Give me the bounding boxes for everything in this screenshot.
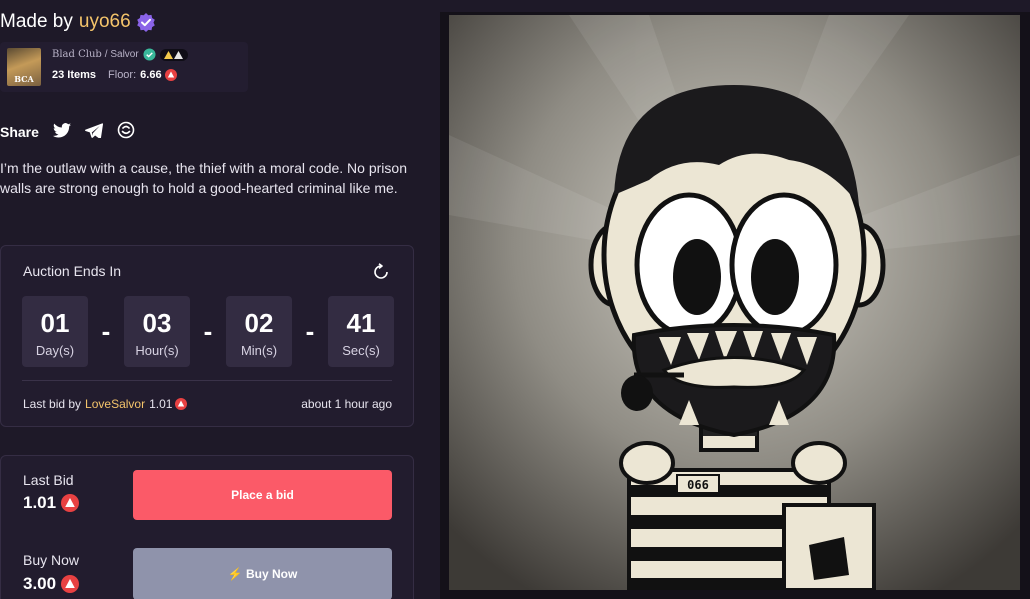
- countdown-hours-unit: Hour(s): [135, 343, 179, 358]
- verified-icon: [136, 13, 155, 32]
- countdown-hours-value: 03: [142, 308, 172, 338]
- nft-description: I’m the outlaw with a cause, the thief w…: [0, 160, 407, 196]
- refresh-icon[interactable]: [371, 262, 391, 287]
- countdown-days-value: 01: [40, 308, 70, 338]
- countdown-separator: -: [101, 316, 111, 346]
- prisoner-number: 066: [687, 478, 709, 492]
- nft-artwork[interactable]: 066: [449, 15, 1020, 590]
- collection-stats: 23 Items Floor: 6.66: [52, 69, 177, 81]
- divider: [22, 380, 392, 381]
- triangle-yellow-icon: [164, 50, 174, 59]
- share-row: Share: [0, 121, 135, 142]
- avax-icon: [61, 494, 80, 512]
- collection-title: Blad Club / Salvor: [52, 48, 188, 61]
- auction-label: Auction Ends In: [23, 263, 122, 279]
- countdown: 01 Day(s) - 03 Hour(s) - 02 Min(s) - 41 …: [22, 296, 394, 367]
- avax-icon: [164, 69, 177, 81]
- made-by-label: Made by: [0, 11, 73, 32]
- twitter-icon[interactable]: [52, 122, 71, 141]
- last-bid-time: about 1 hour ago: [301, 397, 392, 411]
- creator-username-link[interactable]: uyo66: [79, 11, 131, 33]
- buy-now-value: 3.00: [23, 574, 57, 593]
- chain-badge: [159, 48, 188, 61]
- floor-value: 6.66: [140, 69, 162, 81]
- collection-platform: / Salvor: [104, 49, 139, 60]
- collection-card[interactable]: BCA Blad Club / Salvor 23 Items Floor: 6…: [0, 42, 248, 92]
- floor-label: Floor:: [108, 69, 137, 81]
- last-bid-amount: 1.01: [149, 397, 173, 411]
- buy-now-label: Buy Now: [23, 552, 80, 568]
- countdown-days-unit: Day(s): [35, 343, 75, 358]
- place-bid-button[interactable]: Place a bid: [133, 470, 392, 520]
- countdown-days: 01 Day(s): [22, 296, 88, 367]
- auction-card: Auction Ends In 01 Day(s) - 03 Hour(s) -…: [0, 245, 414, 427]
- link-icon[interactable]: [117, 121, 135, 142]
- countdown-minutes-value: 02: [244, 308, 274, 338]
- collection-thumbnail: BCA: [7, 48, 41, 86]
- countdown-hours: 03 Hour(s): [124, 296, 190, 367]
- collection-name[interactable]: Blad Club: [52, 49, 102, 60]
- last-bid-info: Last bid by LoveSalvor 1.01: [23, 397, 188, 411]
- last-bidder-link[interactable]: LoveSalvor: [85, 397, 145, 411]
- countdown-seconds: 41 Sec(s): [328, 296, 394, 367]
- share-label: Share: [0, 123, 39, 140]
- last-bid-label: Last Bid: [23, 472, 74, 488]
- bid-panel: Last Bid 1.01 Place a bid Buy Now 3.00 ⚡…: [0, 455, 414, 599]
- last-bid-prefix: Last bid by: [23, 397, 82, 411]
- artwork-frame: 066: [440, 12, 1030, 599]
- triangle-white-icon: [174, 50, 184, 59]
- last-bid-value-row: 1.01: [23, 493, 80, 513]
- countdown-seconds-value: 41: [346, 308, 376, 338]
- countdown-minutes: 02 Min(s): [226, 296, 292, 367]
- prisoner-character-illustration: 066: [449, 15, 1020, 590]
- buy-now-button[interactable]: ⚡ Buy Now: [133, 548, 392, 599]
- countdown-separator: -: [203, 316, 213, 346]
- avax-icon: [175, 398, 188, 410]
- collection-items-count: 23 Items: [52, 69, 97, 81]
- left-panel: Made by uyo66 BCA Blad Club / Salvor 23 …: [0, 0, 420, 599]
- made-by-heading: Made by uyo66: [0, 11, 156, 33]
- buy-now-value-row: 3.00: [23, 574, 80, 594]
- countdown-minutes-unit: Min(s): [240, 343, 278, 358]
- collection-thumbnail-text: BCA: [14, 74, 34, 84]
- last-bid-value: 1.01: [23, 493, 57, 512]
- telegram-icon[interactable]: [84, 122, 103, 141]
- countdown-separator: -: [305, 316, 315, 346]
- verified-collection-icon: [143, 48, 156, 61]
- avax-icon: [61, 575, 80, 593]
- countdown-seconds-unit: Sec(s): [342, 343, 380, 358]
